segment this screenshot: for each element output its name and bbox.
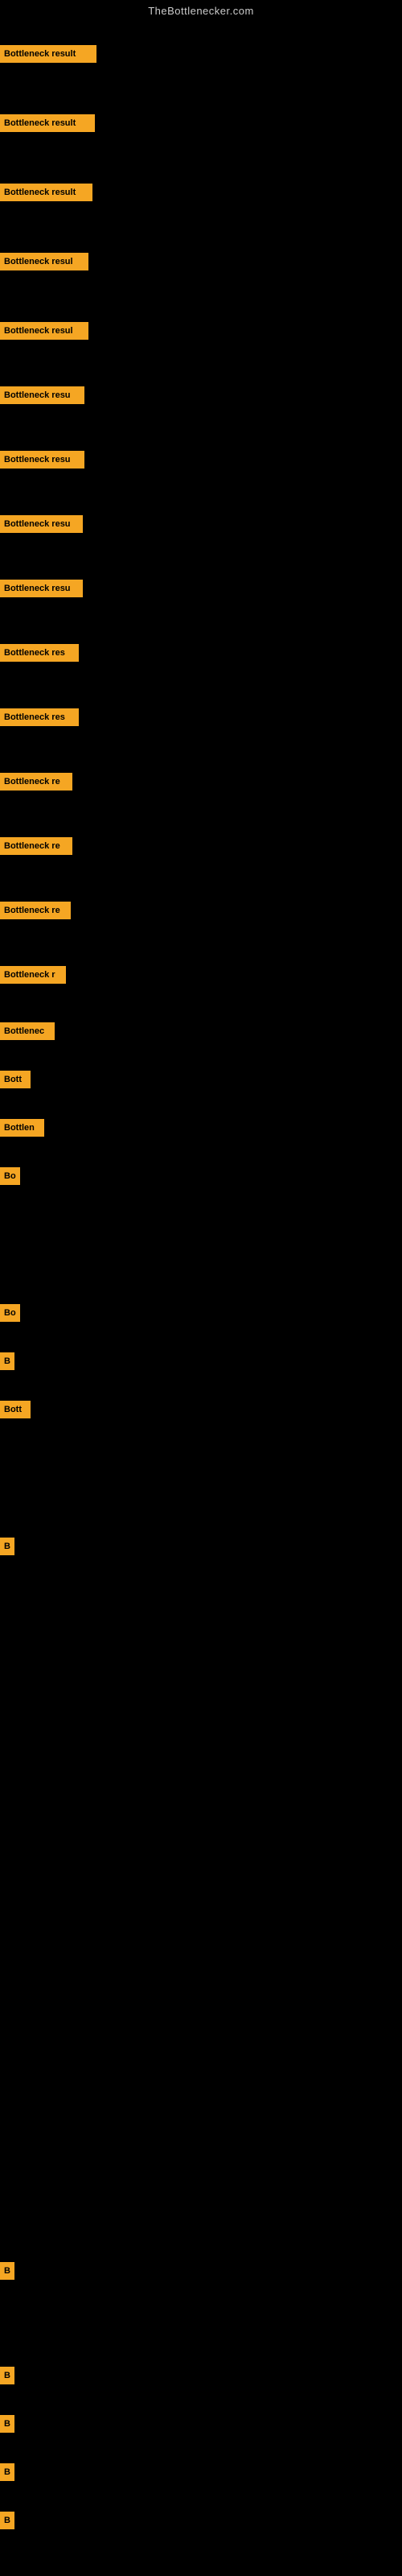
bar-row: Bo — [0, 1304, 20, 1322]
bottleneck-bar: Bottleneck res — [0, 708, 79, 726]
bottleneck-bar: Bottleneck resul — [0, 322, 88, 340]
bar-row: B — [0, 2463, 14, 2481]
bottleneck-bar: B — [0, 2463, 14, 2481]
bar-row: Bottleneck res — [0, 708, 79, 726]
bottleneck-bar: Bottleneck resu — [0, 451, 84, 469]
bottleneck-bar: Bott — [0, 1401, 31, 1418]
site-title: TheBottlenecker.com — [0, 0, 402, 20]
bar-row: B — [0, 2512, 14, 2529]
bar-row: Bo — [0, 1167, 20, 1185]
bar-row: B — [0, 1538, 14, 1555]
bottleneck-bar: Bottleneck re — [0, 902, 71, 919]
bar-row: Bottleneck resu — [0, 515, 83, 533]
bar-row: Bottleneck result — [0, 45, 96, 63]
bar-row: Bottleneck resu — [0, 386, 84, 404]
bottleneck-bar: Bo — [0, 1167, 20, 1185]
bar-row: Bottleneck result — [0, 184, 92, 201]
bottleneck-bar: Bottleneck result — [0, 184, 92, 201]
bottleneck-bar: Bottleneck re — [0, 837, 72, 855]
bar-row: Bottleneck resu — [0, 580, 83, 597]
bottleneck-bar: Bottleneck res — [0, 644, 79, 662]
bar-row: Bott — [0, 1401, 31, 1418]
bottleneck-bar: Bo — [0, 1304, 20, 1322]
bottleneck-bar: Bottleneck resu — [0, 515, 83, 533]
bottleneck-bar: Bott — [0, 1071, 31, 1088]
bottleneck-bar: Bottlen — [0, 1119, 44, 1137]
bar-row: Bottlen — [0, 1119, 44, 1137]
bar-row: Bottleneck resul — [0, 253, 88, 270]
bottleneck-bar: Bottleneck result — [0, 114, 95, 132]
bar-row: Bottleneck re — [0, 773, 72, 791]
bottleneck-bar: Bottleneck resu — [0, 580, 83, 597]
bottleneck-bar: Bottleneck r — [0, 966, 66, 984]
bar-row: Bottlenec — [0, 1022, 55, 1040]
bottleneck-bar: Bottleneck result — [0, 45, 96, 63]
bottleneck-bar: B — [0, 2512, 14, 2529]
bottleneck-bar: B — [0, 2415, 14, 2433]
bar-row: B — [0, 1352, 14, 1370]
bar-row: Bottleneck resu — [0, 451, 84, 469]
bottleneck-bar: Bottleneck re — [0, 773, 72, 791]
bar-row: Bott — [0, 1071, 31, 1088]
bar-row: Bottleneck r — [0, 966, 66, 984]
bottleneck-bar: Bottleneck resul — [0, 253, 88, 270]
bar-row: Bottleneck res — [0, 644, 79, 662]
bottleneck-bar: B — [0, 2262, 14, 2280]
bar-row: Bottleneck re — [0, 837, 72, 855]
bottleneck-bar: B — [0, 2367, 14, 2384]
bottleneck-bar: Bottleneck resu — [0, 386, 84, 404]
bottleneck-bar: B — [0, 1352, 14, 1370]
bar-row: Bottleneck resul — [0, 322, 88, 340]
bottleneck-bar: B — [0, 1538, 14, 1555]
bar-row: B — [0, 2415, 14, 2433]
bar-row: B — [0, 2367, 14, 2384]
bottleneck-bar: Bottlenec — [0, 1022, 55, 1040]
bar-row: B — [0, 2262, 14, 2280]
bar-row: Bottleneck result — [0, 114, 95, 132]
bar-row: Bottleneck re — [0, 902, 71, 919]
